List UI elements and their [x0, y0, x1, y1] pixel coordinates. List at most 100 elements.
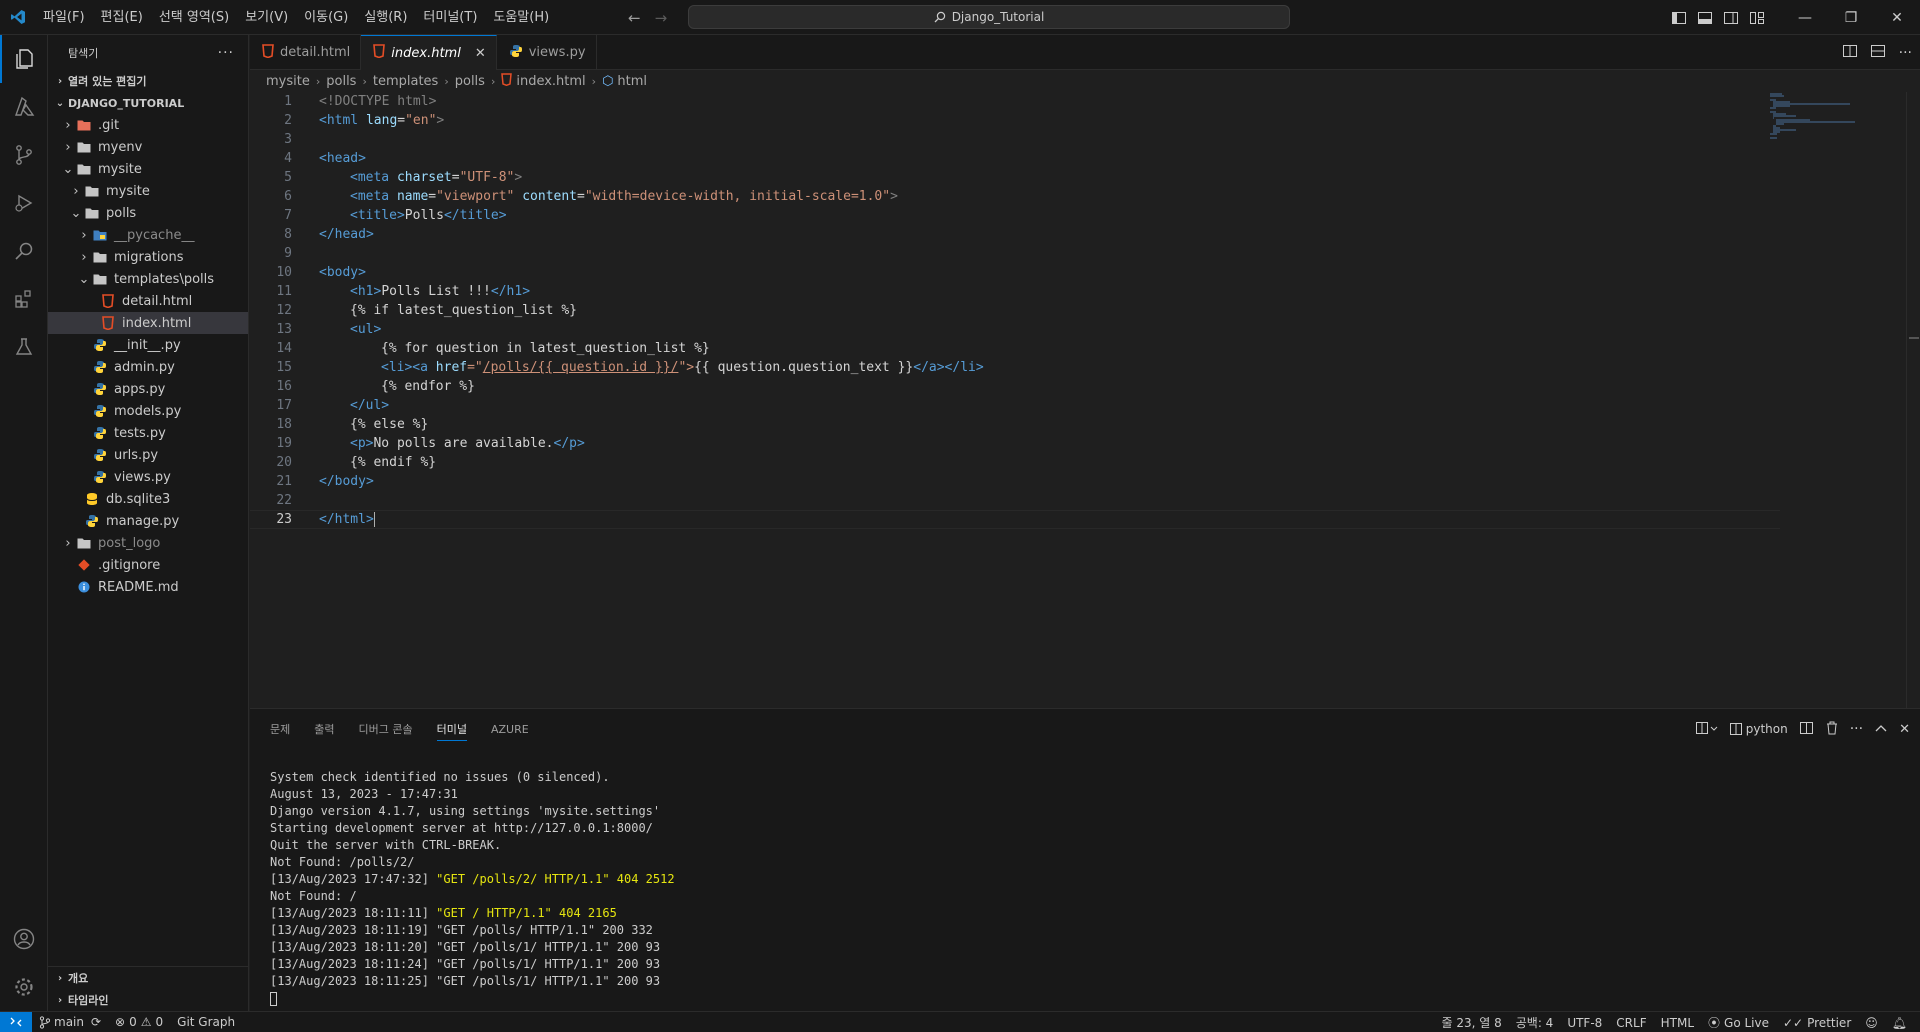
tree-item[interactable]: manage.py	[48, 510, 248, 532]
problems-status[interactable]: ⊗ 0 ⚠ 0	[108, 1015, 170, 1029]
tab-detail-html[interactable]: detail.html	[250, 35, 362, 70]
tree-item[interactable]: urls.py	[48, 444, 248, 466]
encoding[interactable]: UTF-8	[1560, 1016, 1609, 1030]
source-control-icon[interactable]	[0, 131, 48, 179]
git-graph-button[interactable]: Git Graph	[170, 1015, 242, 1029]
back-arrow-icon[interactable]: ←	[628, 9, 641, 27]
tree-item[interactable]: ⌄ polls	[48, 202, 248, 224]
close-tab-icon[interactable]: ✕	[475, 46, 486, 61]
settings-gear-icon[interactable]	[0, 963, 48, 1011]
breadcrumb-item[interactable]: polls	[455, 74, 485, 89]
git-branch[interactable]: main ⟳	[32, 1015, 108, 1029]
more-actions-icon[interactable]: ···	[1899, 45, 1912, 61]
open-editors-section[interactable]: › 열려 있는 편집기	[48, 70, 248, 92]
new-terminal-dropdown-icon[interactable]	[1695, 721, 1718, 738]
tree-item[interactable]: apps.py	[48, 378, 248, 400]
tree-item[interactable]: › __pycache__	[48, 224, 248, 246]
breadcrumb-item[interactable]: templates	[373, 74, 438, 89]
tree-item[interactable]: index.html	[48, 312, 248, 334]
menu-view[interactable]: 보기(V)	[237, 0, 296, 35]
tab-views-py[interactable]: views.py	[497, 35, 597, 70]
toggle-primary-sidebar-icon[interactable]	[1666, 0, 1692, 35]
tree-item[interactable]: .gitignore	[48, 554, 248, 576]
terminal-output[interactable]: System check identified no issues (0 sil…	[270, 769, 675, 1007]
tree-item[interactable]: › myenv	[48, 136, 248, 158]
menu-selection[interactable]: 선택 영역(S)	[151, 0, 237, 35]
sync-icon[interactable]: ⟳	[91, 1015, 101, 1029]
tab-output[interactable]: 출력	[314, 717, 334, 741]
language-mode[interactable]: HTML	[1654, 1016, 1701, 1030]
extensions-icon[interactable]	[0, 275, 48, 323]
workspace-root-section[interactable]: ⌄ DJANGO_TUTORIAL	[48, 92, 248, 114]
tree-item[interactable]: › .git	[48, 114, 248, 136]
run-debug-icon[interactable]	[0, 179, 48, 227]
toggle-secondary-sidebar-icon[interactable]	[1718, 0, 1744, 35]
terminal-instance[interactable]: python	[1729, 722, 1788, 736]
explorer-icon[interactable]	[0, 35, 48, 83]
cursor-position[interactable]: 줄 23, 열 8	[1434, 1014, 1508, 1031]
tree-item[interactable]: › migrations	[48, 246, 248, 268]
code-editor[interactable]: 1 <!DOCTYPE html> 2 <html lang="en"> 3 4 <h…	[250, 92, 1920, 708]
prettier-button[interactable]: ✓✓ Prettier	[1776, 1016, 1858, 1030]
maximize-panel-icon[interactable]	[1875, 722, 1887, 736]
close-panel-icon[interactable]: ✕	[1899, 722, 1910, 737]
azure-icon[interactable]	[0, 83, 48, 131]
breadcrumb-item[interactable]: html	[617, 74, 647, 89]
indentation[interactable]: 공백: 4	[1509, 1014, 1561, 1031]
minimize-icon[interactable]: —	[1782, 0, 1828, 35]
tab-terminal[interactable]: 터미널	[436, 717, 467, 741]
customize-layout-icon[interactable]	[1744, 0, 1770, 35]
menu-terminal[interactable]: 터미널(T)	[415, 0, 485, 35]
tree-item[interactable]: models.py	[48, 400, 248, 422]
timeline-section[interactable]: › 타임라인	[48, 989, 248, 1011]
open-preview-icon[interactable]	[1842, 44, 1857, 62]
token-link[interactable]: /polls/{{ question.id }}/	[483, 360, 679, 375]
tree-item[interactable]: ⌄ templates\polls	[48, 268, 248, 290]
notifications-bell-icon[interactable]: 🔔︎	[1885, 1016, 1914, 1030]
tree-item[interactable]: admin.py	[48, 356, 248, 378]
split-terminal-icon[interactable]	[1799, 721, 1814, 738]
trash-icon[interactable]	[1826, 721, 1838, 738]
toggle-panel-icon[interactable]	[1692, 0, 1718, 35]
tree-item[interactable]: views.py	[48, 466, 248, 488]
split-editor-icon[interactable]	[1870, 44, 1885, 62]
tree-item[interactable]: tests.py	[48, 422, 248, 444]
tab-problems[interactable]: 문제	[270, 717, 290, 741]
editor-scrollbar[interactable]	[1906, 92, 1920, 708]
breadcrumb-item[interactable]: index.html	[516, 74, 585, 89]
command-center[interactable]: Django_Tutorial	[688, 5, 1290, 29]
menu-file[interactable]: 파일(F)	[35, 0, 93, 35]
tree-item[interactable]: › mysite	[48, 180, 248, 202]
breadcrumb-item[interactable]: polls	[326, 74, 356, 89]
scrollbar-thumb[interactable]	[1909, 337, 1919, 339]
accounts-icon[interactable]	[0, 915, 48, 963]
remote-indicator-icon[interactable]	[0, 1011, 32, 1032]
code-line: 3	[250, 130, 1780, 149]
close-window-icon[interactable]: ✕	[1874, 0, 1920, 35]
tree-item[interactable]: ⌄ mysite	[48, 158, 248, 180]
forward-arrow-icon[interactable]: →	[655, 9, 668, 27]
tab-debug-console[interactable]: 디버그 콘솔	[359, 717, 413, 741]
breadcrumb-item[interactable]: mysite	[266, 74, 310, 89]
tree-item[interactable]: README.md	[48, 576, 248, 598]
minimap[interactable]	[1770, 92, 1870, 152]
menu-help[interactable]: 도움말(H)	[485, 0, 557, 35]
feedback-icon[interactable]: ☺	[1858, 1016, 1885, 1030]
tree-item[interactable]: __init__.py	[48, 334, 248, 356]
search-sidebar-icon[interactable]	[0, 227, 48, 275]
menu-edit[interactable]: 편집(E)	[93, 0, 151, 35]
restore-icon[interactable]: ❐	[1828, 0, 1874, 35]
tree-item[interactable]: › post_logo	[48, 532, 248, 554]
menu-run[interactable]: 실행(R)	[356, 0, 415, 35]
tab-index-html[interactable]: index.html ✕	[361, 35, 497, 70]
go-live-button[interactable]: ⦿ Go Live	[1701, 1014, 1776, 1031]
tab-azure[interactable]: AZURE	[491, 717, 529, 741]
end-of-line[interactable]: CRLF	[1609, 1016, 1653, 1030]
tree-item[interactable]: db.sqlite3	[48, 488, 248, 510]
tree-item[interactable]: detail.html	[48, 290, 248, 312]
testing-icon[interactable]	[0, 323, 48, 371]
menu-go[interactable]: 이동(G)	[296, 0, 356, 35]
outline-section[interactable]: › 개요	[48, 967, 248, 989]
more-actions-icon[interactable]: ···	[1850, 721, 1863, 737]
more-actions-icon[interactable]: ···	[218, 45, 234, 61]
